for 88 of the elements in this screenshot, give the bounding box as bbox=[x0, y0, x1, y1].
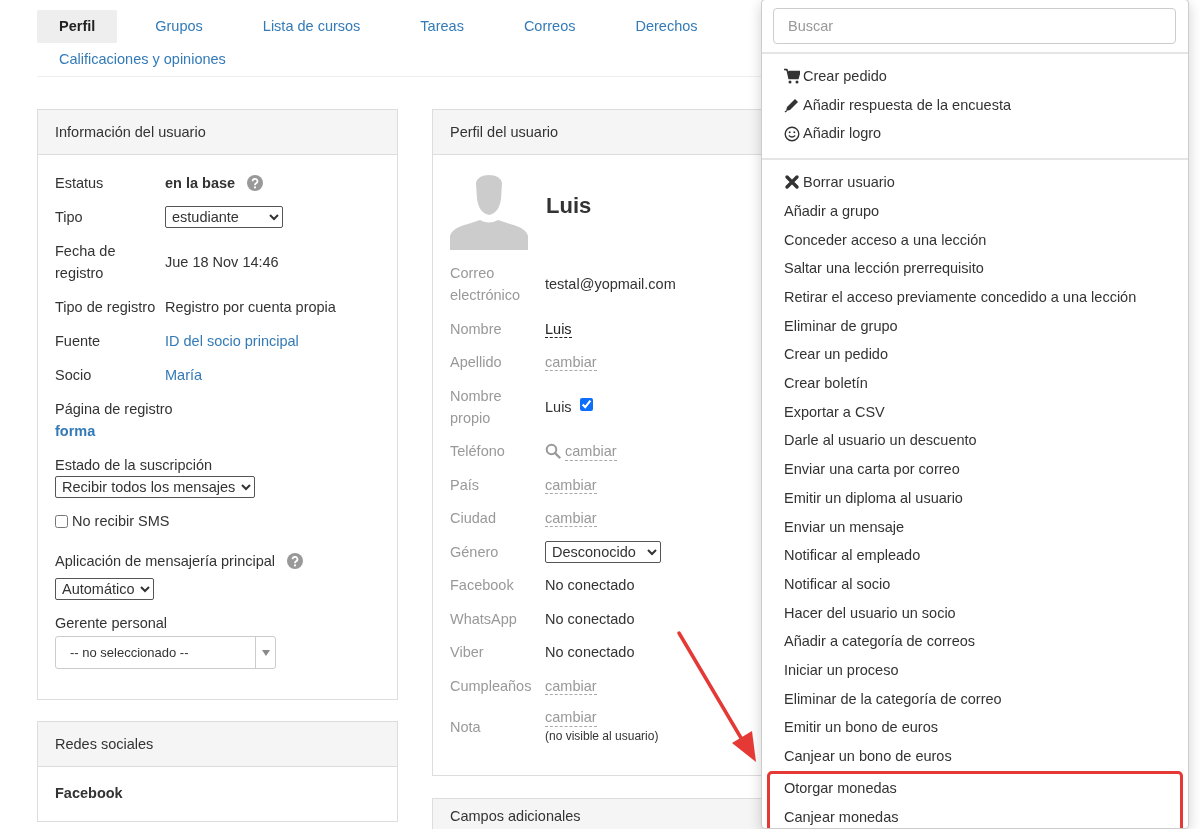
menu-item[interactable]: Emitir un bono de euros bbox=[762, 713, 1188, 743]
field-value: No conectado bbox=[545, 577, 635, 593]
menu-item[interactable]: Otorgar monedas bbox=[770, 773, 1180, 803]
field-label: Viber bbox=[450, 643, 485, 662]
caret-icon bbox=[261, 649, 270, 656]
menu-item[interactable]: Canjear monedas bbox=[770, 802, 1180, 828]
profile-tab[interactable]: Correos bbox=[501, 10, 598, 43]
field-label: Fuente bbox=[55, 332, 102, 351]
field-label: Página de registro bbox=[55, 400, 173, 419]
menu-item[interactable]: Darle al usuario un descuento bbox=[762, 426, 1188, 456]
search-icon bbox=[545, 443, 561, 459]
menu-item[interactable]: Añadir a grupo bbox=[762, 196, 1188, 226]
field-value: Jue 18 Nov 14:46 bbox=[165, 253, 279, 272]
menu-item[interactable]: Crear un pedido bbox=[762, 340, 1188, 370]
field-label: Género bbox=[450, 542, 500, 562]
field-label: Nombre propio bbox=[450, 386, 503, 428]
menu-item[interactable]: Iniciar un proceso bbox=[762, 656, 1188, 685]
field-value: Luis bbox=[545, 397, 572, 417]
field-value: testal@yopmail.com bbox=[545, 276, 676, 292]
panel-title: Información del usuario bbox=[38, 110, 397, 155]
help-icon[interactable] bbox=[287, 553, 304, 569]
menu-item[interactable]: Crear pedido bbox=[762, 62, 1188, 91]
page-link[interactable]: forma bbox=[55, 420, 380, 442]
panel-title: Redes sociales bbox=[38, 722, 397, 767]
checkbox-label[interactable]: No recibir SMS bbox=[72, 510, 170, 532]
help-icon[interactable] bbox=[247, 175, 264, 191]
pencil-icon bbox=[784, 97, 800, 114]
field-label: Fecha de registro bbox=[55, 242, 117, 283]
menu-item[interactable]: Conceder acceso a una lección bbox=[762, 225, 1188, 255]
menu-item[interactable]: Saltar una lección prerrequisito bbox=[762, 254, 1188, 283]
menu-item[interactable]: Enviar una carta por correo bbox=[762, 455, 1188, 484]
menu-item[interactable]: Emitir un diploma al usuario bbox=[762, 483, 1188, 513]
smiley-icon bbox=[784, 125, 800, 142]
field-value: en la base bbox=[165, 174, 236, 193]
menu-item[interactable]: Crear boletín bbox=[762, 369, 1188, 398]
field-label: Socio bbox=[55, 366, 93, 385]
field-value: No conectado bbox=[545, 644, 635, 660]
field-label: Estado de la suscripción bbox=[55, 456, 213, 475]
field-label: Gerente personal bbox=[55, 614, 168, 633]
profile-tab[interactable]: Grupos bbox=[133, 10, 225, 43]
cross-icon bbox=[784, 174, 800, 191]
field-label: Correo electrónico bbox=[450, 264, 522, 305]
manager-dropdown[interactable]: -- no seleccionado -- bbox=[55, 636, 276, 669]
menu-item[interactable]: Añadir a categoría de correos bbox=[762, 627, 1188, 657]
profile-tab[interactable]: Lista de cursos bbox=[240, 10, 383, 43]
option-select[interactable]: Recibir todos los mensajes bbox=[55, 476, 255, 498]
field-link[interactable]: ID del socio principal bbox=[165, 330, 299, 352]
profile-tab[interactable]: Tareas bbox=[398, 10, 486, 43]
menu-item[interactable]: Notificar al empleado bbox=[762, 541, 1188, 570]
user-name: Luis bbox=[546, 192, 592, 220]
field-label: Apellido bbox=[450, 353, 503, 372]
field-label: Teléfono bbox=[450, 442, 506, 461]
profile-tab[interactable]: Derechos bbox=[613, 10, 720, 43]
menu-item[interactable]: Notificar al socio bbox=[762, 569, 1188, 599]
option-select[interactable]: Automático bbox=[55, 578, 154, 600]
field-label: País bbox=[450, 475, 480, 495]
menu-item[interactable]: Eliminar de la categoría de correo bbox=[762, 684, 1188, 714]
note-hint: (no visible al usuario) bbox=[545, 728, 659, 745]
cart-icon bbox=[784, 68, 800, 85]
field-label: Ciudad bbox=[450, 509, 497, 528]
gender-select[interactable]: Desconocido bbox=[545, 540, 661, 563]
field-value: No conectado bbox=[545, 610, 635, 627]
profile-tab[interactable]: Perfil bbox=[37, 10, 118, 43]
field-label: Nombre bbox=[450, 319, 503, 339]
field-link[interactable]: María bbox=[165, 364, 203, 386]
field-label: Nota bbox=[450, 717, 482, 737]
field-label: Facebook bbox=[450, 576, 515, 595]
field-value: Registro por cuenta propia bbox=[165, 298, 336, 317]
field-label: Tipo bbox=[55, 208, 84, 227]
menu-item[interactable]: Hacer del usuario un socio bbox=[762, 598, 1188, 628]
search-field[interactable]: Buscar bbox=[773, 8, 1176, 44]
network-name: Facebook bbox=[55, 784, 124, 803]
field-label: Tipo de registro bbox=[55, 298, 157, 317]
menu-item[interactable]: Canjear un bono de euros bbox=[762, 742, 1188, 771]
menu-item[interactable]: Retirar el acceso previamente concedido a una lección bbox=[762, 282, 1188, 312]
profile-tab[interactable]: Calificaciones y opiniones bbox=[37, 43, 248, 76]
menu-item[interactable]: Eliminar de grupo bbox=[762, 311, 1188, 341]
editable-value[interactable]: Luis bbox=[545, 320, 572, 338]
type-select[interactable]: estudiante bbox=[165, 206, 283, 228]
field-label: Aplicación de mensajería principal bbox=[55, 552, 276, 571]
field-label: WhatsApp bbox=[450, 609, 518, 629]
menu-item[interactable]: Enviar un mensaje bbox=[762, 512, 1188, 542]
field-label: Cumpleaños bbox=[450, 676, 533, 696]
checkbox[interactable] bbox=[55, 514, 68, 528]
field-label: Estatus bbox=[55, 174, 105, 193]
menu-item[interactable]: Borrar usuario bbox=[762, 168, 1188, 197]
checkbox[interactable] bbox=[579, 398, 593, 411]
menu-item[interactable]: Exportar a CSV bbox=[762, 397, 1188, 427]
